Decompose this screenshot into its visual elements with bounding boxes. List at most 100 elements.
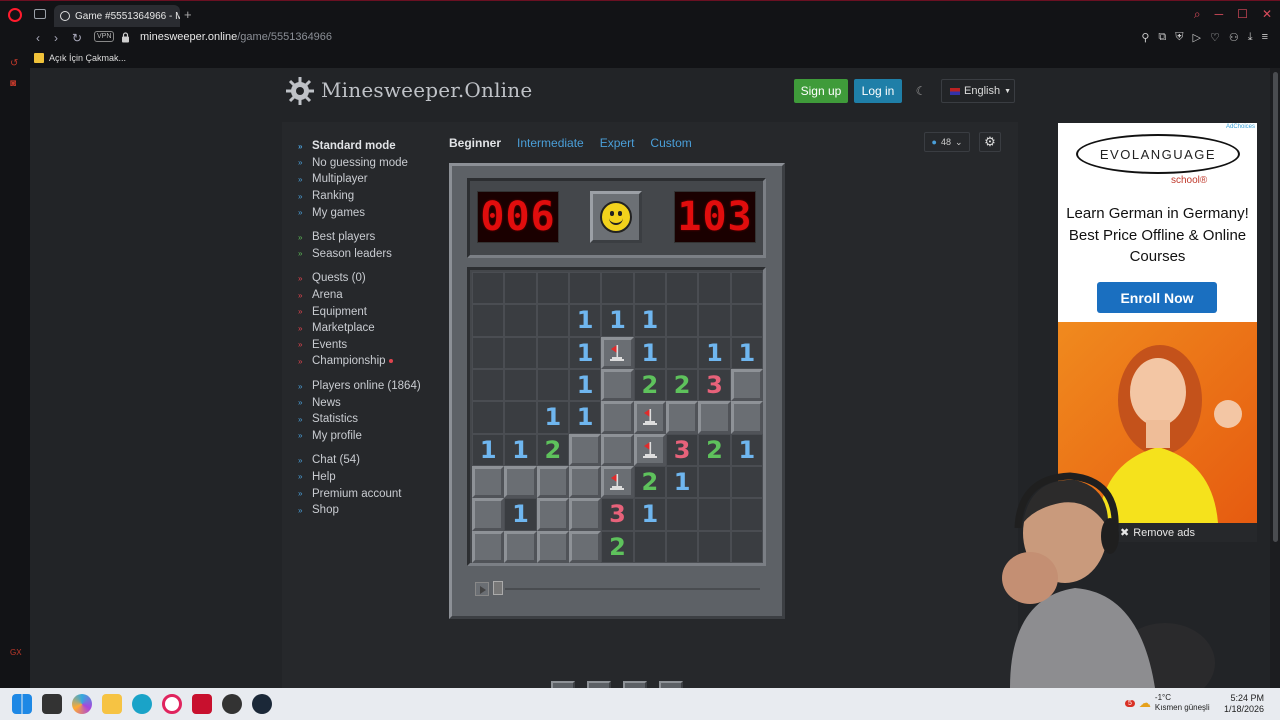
menu-best-players[interactable]: » Best players	[298, 229, 421, 246]
cell-number[interactable]: 1	[504, 498, 537, 531]
cell-number[interactable]: 3	[601, 498, 634, 531]
menu-my-games[interactable]: » My games	[298, 204, 421, 221]
cell-empty[interactable]	[633, 272, 666, 305]
replay-play-button[interactable]	[475, 582, 489, 596]
advertisement[interactable]: AdChoices EVOLANGUAGE school® Learn Germ…	[1058, 123, 1257, 523]
cell-empty[interactable]	[504, 304, 537, 337]
menu-equipment[interactable]: » Equipment	[298, 303, 421, 320]
cell-number[interactable]: 3	[698, 368, 731, 402]
cell-closed[interactable]	[536, 530, 569, 563]
cell-empty[interactable]	[665, 272, 699, 305]
cell-empty[interactable]	[536, 336, 569, 369]
tab-custom[interactable]: Custom	[650, 136, 691, 150]
messenger-icon[interactable]: ◙	[10, 78, 22, 89]
menu-icon[interactable]: ≡	[1262, 31, 1268, 44]
menu-quests[interactable]: » Quests (0)	[298, 270, 421, 287]
tab-islands-icon[interactable]	[34, 9, 46, 19]
cell-empty[interactable]	[698, 465, 731, 499]
snapshot-icon[interactable]: ⧉	[1158, 31, 1166, 44]
cell-closed[interactable]	[601, 401, 634, 434]
cell-number[interactable]: 1	[568, 368, 602, 402]
gx-label[interactable]: GX	[10, 648, 22, 658]
cell-empty[interactable]	[730, 498, 763, 531]
cell-empty[interactable]	[568, 272, 602, 305]
player-icon[interactable]: ▷	[1192, 31, 1200, 44]
replay-slider-handle[interactable]	[493, 581, 503, 595]
cell-empty[interactable]	[536, 272, 569, 305]
menu-no-guessing[interactable]: » No guessing mode	[298, 155, 421, 172]
tab-beginner[interactable]: Beginner	[449, 136, 501, 150]
cell-number[interactable]: 1	[536, 401, 569, 434]
menu-statistics[interactable]: » Statistics	[298, 411, 421, 428]
cell-closed[interactable]	[730, 368, 763, 402]
cell-empty[interactable]	[665, 336, 699, 369]
cell-empty[interactable]	[472, 336, 505, 369]
menu-multiplayer[interactable]: » Multiplayer	[298, 171, 421, 188]
login-button[interactable]: Log in	[854, 79, 902, 103]
cell-number[interactable]: 1	[601, 304, 634, 337]
close-icon[interactable]: ✕	[1262, 7, 1272, 22]
cell-number[interactable]: 2	[601, 530, 634, 563]
language-select[interactable]: English ▼	[941, 79, 1015, 103]
forward-icon[interactable]: ›	[54, 31, 58, 45]
scroll-thumb[interactable]	[1273, 72, 1278, 542]
menu-marketplace[interactable]: » Marketplace	[298, 320, 421, 337]
cell-empty[interactable]	[730, 304, 763, 337]
cell-empty[interactable]	[536, 368, 569, 402]
cell-number[interactable]: 1	[698, 336, 731, 369]
edge-icon[interactable]	[132, 694, 152, 714]
lichess-icon[interactable]	[192, 694, 212, 714]
opera-logo-icon[interactable]	[8, 8, 22, 22]
cell-empty[interactable]	[730, 465, 763, 499]
cell-empty[interactable]	[665, 304, 699, 337]
cell-empty[interactable]	[730, 530, 763, 563]
cell-closed[interactable]	[504, 465, 537, 499]
menu-arena[interactable]: » Arena	[298, 287, 421, 304]
menu-ranking[interactable]: » Ranking	[298, 188, 421, 205]
cell-empty[interactable]	[504, 336, 537, 369]
cell-closed[interactable]	[504, 530, 537, 563]
cell-number[interactable]: 1	[568, 401, 602, 434]
minimize-icon[interactable]: ─	[1215, 7, 1224, 22]
weather-widget[interactable]: 5 ☁ -1°C Kısmen güneşli	[1125, 693, 1210, 713]
cell-closed[interactable]	[472, 465, 505, 499]
cell-empty[interactable]	[665, 498, 699, 531]
moon-icon[interactable]: ☾	[909, 79, 933, 103]
cell-closed[interactable]	[730, 401, 763, 434]
cell-empty[interactable]	[698, 530, 731, 563]
search-icon[interactable]: ⌕	[1194, 7, 1201, 22]
cell-flagged[interactable]	[633, 433, 666, 466]
menu-season-leaders[interactable]: » Season leaders	[298, 246, 421, 263]
page-scrollbar[interactable]	[1270, 68, 1280, 688]
cell-empty[interactable]	[504, 401, 537, 434]
bookmark-item[interactable]: Açık İçin Çakmak...	[34, 53, 126, 63]
menu-shop[interactable]: » Shop	[298, 502, 421, 519]
mine-logo-icon[interactable]	[285, 76, 315, 106]
cell-number[interactable]: 1	[633, 498, 666, 531]
cell-number[interactable]: 1	[568, 304, 602, 337]
cell-empty[interactable]	[665, 530, 699, 563]
copilot-icon[interactable]	[72, 694, 92, 714]
cell-closed[interactable]	[665, 401, 699, 434]
cell-closed[interactable]	[536, 465, 569, 499]
cell-closed[interactable]	[568, 433, 602, 466]
cell-empty[interactable]	[633, 530, 666, 563]
pin-icon[interactable]: ⚲	[1141, 31, 1149, 44]
menu-help[interactable]: » Help	[298, 469, 421, 486]
site-logo-text[interactable]: Minesweeper.Online	[321, 78, 532, 102]
menu-premium[interactable]: » Premium account	[298, 485, 421, 502]
cell-flagged[interactable]	[601, 336, 634, 369]
menu-players-online[interactable]: » Players online (1864)	[298, 378, 421, 395]
cell-number[interactable]: 1	[633, 304, 666, 337]
cell-number[interactable]: 1	[504, 433, 537, 466]
cell-empty[interactable]	[536, 304, 569, 337]
cell-number[interactable]: 1	[633, 336, 666, 369]
cell-closed[interactable]	[472, 530, 505, 563]
url-field[interactable]: minesweeper.online/game/5551364966	[140, 31, 332, 43]
back-icon[interactable]: ‹	[36, 31, 40, 45]
cell-empty[interactable]	[504, 368, 537, 402]
zoom-select[interactable]: ● 48 ⌄	[924, 132, 970, 152]
cell-number[interactable]: 2	[633, 465, 666, 499]
steam-icon[interactable]	[252, 694, 272, 714]
app-icon[interactable]	[222, 694, 242, 714]
